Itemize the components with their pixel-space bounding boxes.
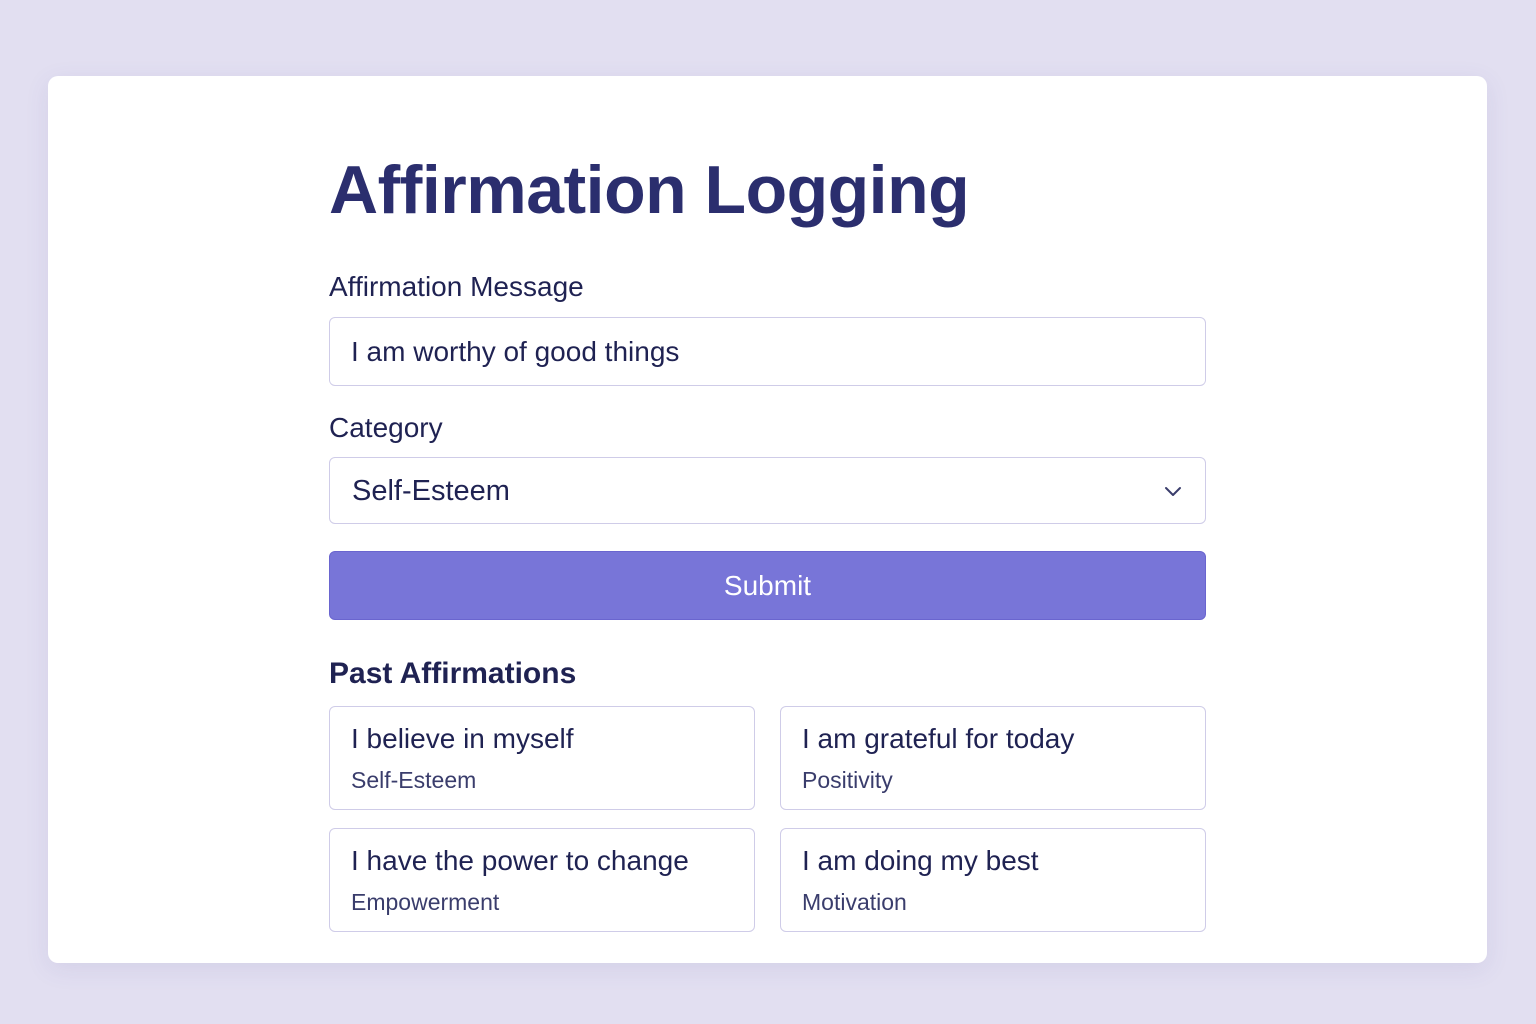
- past-affirmation-message: I believe in myself: [351, 723, 574, 754]
- past-affirmation-category: Positivity: [802, 767, 893, 793]
- main-card: Affirmation Logging Affirmation Message …: [48, 76, 1487, 963]
- past-affirmation-card[interactable]: I believe in myself Self-Esteem: [329, 706, 755, 810]
- page-title: Affirmation Logging: [329, 152, 970, 228]
- past-affirmations-heading: Past Affirmations: [329, 657, 577, 690]
- past-affirmation-category: Self-Esteem: [351, 767, 477, 793]
- past-affirmation-card[interactable]: I am grateful for today Positivity: [780, 706, 1206, 810]
- chevron-down-icon: [1163, 481, 1183, 501]
- past-affirmation-message: I have the power to change: [351, 845, 689, 876]
- category-label: Category: [329, 412, 443, 443]
- past-affirmation-message: I am doing my best: [802, 845, 1039, 876]
- past-affirmation-card[interactable]: I have the power to change Empowerment: [329, 828, 755, 932]
- past-affirmation-category: Empowerment: [351, 889, 500, 915]
- affirmation-message-label: Affirmation Message: [329, 271, 584, 302]
- category-select[interactable]: Self-Esteem: [329, 457, 1206, 524]
- past-affirmation-category: Motivation: [802, 889, 907, 915]
- category-select-value: Self-Esteem: [352, 475, 510, 507]
- submit-button[interactable]: Submit: [329, 551, 1206, 620]
- past-affirmation-message: I am grateful for today: [802, 723, 1075, 754]
- past-affirmation-card[interactable]: I am doing my best Motivation: [780, 828, 1206, 932]
- affirmation-message-input[interactable]: [329, 317, 1206, 386]
